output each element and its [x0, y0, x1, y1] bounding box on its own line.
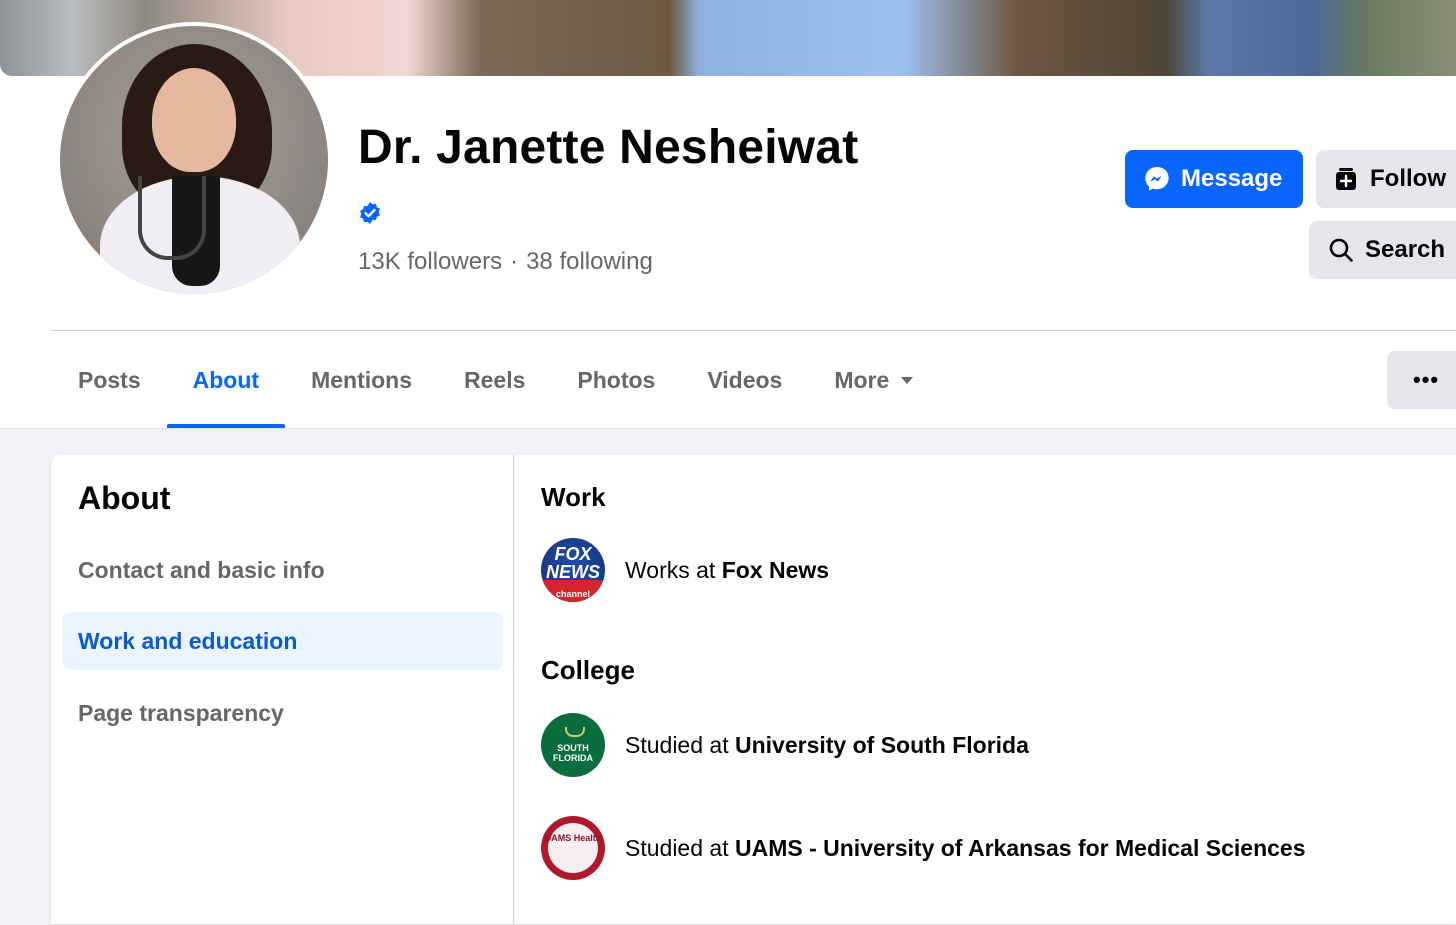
card-divider: [513, 455, 514, 924]
about-heading: About: [78, 480, 171, 516]
caret-down-icon: [901, 376, 914, 384]
work-entry: FOX NEWS channel Works at Fox News: [541, 538, 829, 602]
work-heading: Work: [541, 482, 606, 512]
message-button[interactable]: Message: [1125, 150, 1303, 208]
search-button[interactable]: Search: [1309, 221, 1456, 279]
search-label: Search: [1365, 236, 1446, 263]
fox-logo-text-channel: channel: [555, 589, 590, 599]
school-link[interactable]: UAMS - University of Arkansas for Medica…: [735, 835, 1306, 861]
tab-photos[interactable]: Photos: [551, 332, 681, 428]
about-nav-page-transparency[interactable]: Page transparency: [62, 684, 503, 742]
followers-link[interactable]: 13K followers: [358, 248, 502, 275]
follow-counts: 13K followers · 38 following: [358, 248, 653, 276]
work-text: Works at Fox News: [625, 557, 829, 584]
tab-about[interactable]: About: [166, 332, 286, 428]
tab-more[interactable]: More: [808, 332, 939, 428]
college-text: Studied at UAMS - University of Arkansas…: [625, 835, 1306, 862]
college-heading: College: [541, 655, 635, 685]
header-divider: [51, 330, 1456, 331]
message-label: Message: [1181, 165, 1283, 192]
profile-avatar[interactable]: [56, 22, 332, 298]
search-icon: [1329, 238, 1353, 262]
uams-logo-text: UAMS Health: [544, 833, 602, 843]
separator: ·: [510, 248, 519, 275]
employer-link[interactable]: Fox News: [722, 557, 829, 583]
school-link[interactable]: University of South Florida: [735, 732, 1029, 758]
follow-button[interactable]: Follow: [1316, 150, 1456, 208]
avatar-image: [60, 26, 328, 294]
college-prefix: Studied at: [625, 834, 729, 861]
usf-logo-icon[interactable]: SOUTH FLORIDA: [541, 713, 605, 777]
college-text: Studied at University of South Florida: [625, 732, 1029, 759]
fox-news-logo-icon[interactable]: FOX NEWS channel: [541, 538, 605, 602]
tab-more-label: More: [834, 366, 890, 393]
profile-tabs: Posts About Mentions Reels Photos Videos…: [52, 332, 939, 428]
page-title: Dr. Janette Nesheiwat: [358, 121, 859, 174]
about-nav-contact[interactable]: Contact and basic info: [62, 541, 503, 599]
following-link[interactable]: 38 following: [526, 248, 653, 275]
about-nav-work-education[interactable]: Work and education: [62, 612, 503, 670]
college-entry: UAMS Health Studied at UAMS - University…: [541, 816, 1306, 880]
fox-logo-text-news: NEWS: [546, 562, 600, 582]
tab-mentions[interactable]: Mentions: [285, 332, 438, 428]
work-prefix: Works at: [625, 556, 716, 583]
follow-label: Follow: [1370, 165, 1446, 192]
college-entry: SOUTH FLORIDA Studied at University of S…: [541, 713, 1029, 777]
more-options-button[interactable]: •••: [1387, 351, 1456, 409]
uams-logo-icon[interactable]: UAMS Health: [541, 816, 605, 880]
usf-logo-text: SOUTH FLORIDA: [553, 743, 593, 763]
tab-posts[interactable]: Posts: [52, 332, 167, 428]
verified-badge-icon[interactable]: [358, 201, 382, 225]
tab-videos[interactable]: Videos: [681, 332, 808, 428]
college-prefix: Studied at: [625, 731, 729, 758]
follow-icon: [1336, 168, 1356, 190]
messenger-icon: [1145, 167, 1169, 191]
tab-reels[interactable]: Reels: [438, 332, 551, 428]
more-options-icon: •••: [1413, 367, 1440, 392]
